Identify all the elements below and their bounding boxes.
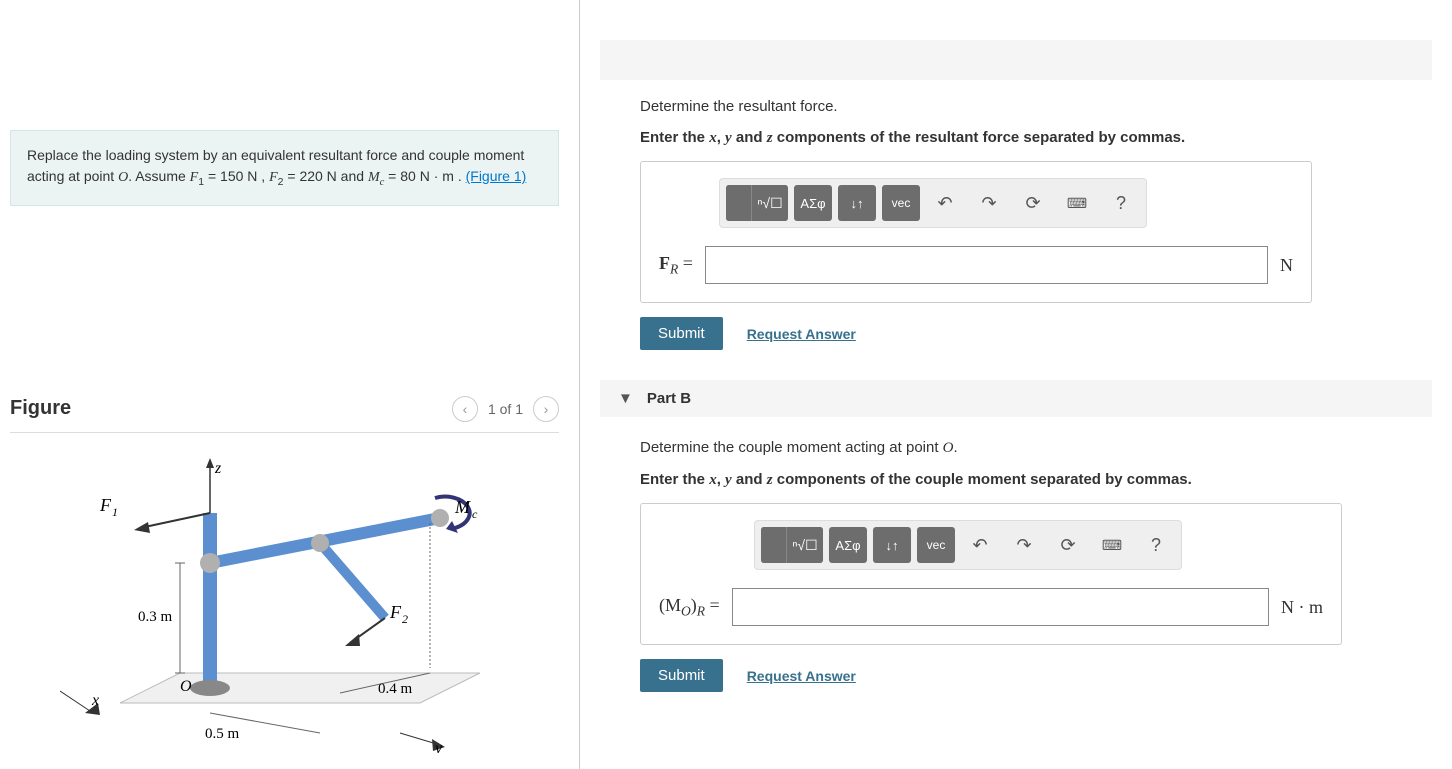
part-b-unit: N · m [1281, 597, 1323, 618]
help-button[interactable]: ? [1102, 185, 1140, 221]
part-b-lhs: (MO)R = [659, 595, 720, 620]
submit-button-b[interactable]: Submit [640, 659, 723, 692]
part-b-instruction: Enter the x, y and z components of the c… [640, 471, 1432, 489]
part-b-answer-row: (MO)R = N · m [659, 588, 1323, 626]
dim-03: 0.3 m [138, 609, 173, 625]
dim-04: 0.4 m [378, 681, 413, 697]
figure-title: Figure [10, 397, 71, 420]
part-b-answer-box: ⁿ√☐ ΑΣφ ↓↑ vec ↶ ↷ ⟳ ⌨ ? (MO)R = N · m [640, 503, 1342, 645]
request-answer-a[interactable]: Request Answer [747, 326, 856, 342]
greek-button[interactable]: ΑΣφ [794, 185, 832, 221]
help-button-b[interactable]: ? [1137, 527, 1175, 563]
dim-05: 0.5 m [205, 726, 240, 742]
part-a-lhs: FR = [659, 253, 693, 278]
template-group-b[interactable]: ⁿ√☐ [761, 527, 823, 563]
part-b-title: Part B [647, 390, 691, 407]
greek-button-b[interactable]: ΑΣφ [829, 527, 867, 563]
svg-text:c: c [472, 507, 478, 521]
collapse-icon[interactable]: ▼ [618, 390, 633, 407]
request-answer-b[interactable]: Request Answer [747, 668, 856, 684]
pager-label: 1 of 1 [488, 401, 523, 417]
f1-label: F [99, 495, 112, 515]
submit-button-a[interactable]: Submit [640, 317, 723, 350]
part-a-header-bar [600, 40, 1432, 80]
point-O: O [118, 170, 128, 185]
part-b-submit-row: Submit Request Answer [640, 659, 1432, 692]
axis-z-label: z [214, 460, 222, 477]
figure-link[interactable]: (Figure 1) [466, 168, 527, 184]
figure-pager: ‹ 1 of 1 › [452, 396, 559, 422]
next-figure-button[interactable]: › [533, 396, 559, 422]
part-a-answer-box: ⁿ√☐ ΑΣφ ↓↑ vec ↶ ↷ ⟳ ⌨ ? FR = N [640, 161, 1312, 303]
part-a-question: Determine the resultant force. [640, 98, 1432, 115]
svg-text:2: 2 [402, 612, 408, 626]
figure-diagram: z F 1 M c F 2 0.3 m 0.5 m 0.4 m O x y [60, 443, 500, 753]
reset-button-b[interactable]: ⟳ [1049, 527, 1087, 563]
redo-button-b[interactable]: ↷ [1005, 527, 1043, 563]
part-a-unit: N [1280, 255, 1293, 276]
subscript-button-b[interactable]: ↓↑ [873, 527, 911, 563]
part-a-instruction: Enter the x, y and z components of the r… [640, 129, 1432, 147]
vector-button[interactable]: vec [882, 185, 920, 221]
root-icon[interactable]: ⁿ√☐ [752, 185, 788, 221]
undo-button-b[interactable]: ↶ [961, 527, 999, 563]
equation-toolbar-a: ⁿ√☐ ΑΣφ ↓↑ vec ↶ ↷ ⟳ ⌨ ? [719, 178, 1147, 228]
axis-y-label: y [433, 740, 443, 753]
svg-text:1: 1 [112, 505, 118, 519]
origin-label: O [180, 678, 192, 695]
template-group[interactable]: ⁿ√☐ [726, 185, 788, 221]
figure-header: Figure ‹ 1 of 1 › [10, 396, 559, 433]
subscript-button[interactable]: ↓↑ [838, 185, 876, 221]
prev-figure-button[interactable]: ‹ [452, 396, 478, 422]
keyboard-button-b[interactable]: ⌨ [1093, 527, 1131, 563]
part-b-question: Determine the couple moment acting at po… [640, 439, 1432, 457]
problem-statement: Replace the loading system by an equival… [10, 130, 559, 206]
part-a-answer-row: FR = N [659, 246, 1293, 284]
part-a-submit-row: Submit Request Answer [640, 317, 1432, 350]
vector-button-b[interactable]: vec [917, 527, 955, 563]
redo-button[interactable]: ↷ [970, 185, 1008, 221]
part-b-header[interactable]: ▼ Part B [600, 380, 1432, 417]
right-pane: Determine the resultant force. Enter the… [580, 0, 1452, 769]
part-a-input[interactable] [705, 246, 1268, 284]
reset-button[interactable]: ⟳ [1014, 185, 1052, 221]
equation-toolbar-b: ⁿ√☐ ΑΣφ ↓↑ vec ↶ ↷ ⟳ ⌨ ? [754, 520, 1182, 570]
root-icon-b[interactable]: ⁿ√☐ [787, 527, 823, 563]
figure-area[interactable]: z F 1 M c F 2 0.3 m 0.5 m 0.4 m O x y [10, 443, 559, 763]
part-b-input[interactable] [732, 588, 1269, 626]
mc-label: M [454, 497, 471, 517]
axis-x-label: x [91, 692, 99, 709]
undo-button[interactable]: ↶ [926, 185, 964, 221]
left-pane: Replace the loading system by an equival… [0, 0, 580, 769]
f2-label: F [389, 602, 402, 622]
keyboard-button[interactable]: ⌨ [1058, 185, 1096, 221]
